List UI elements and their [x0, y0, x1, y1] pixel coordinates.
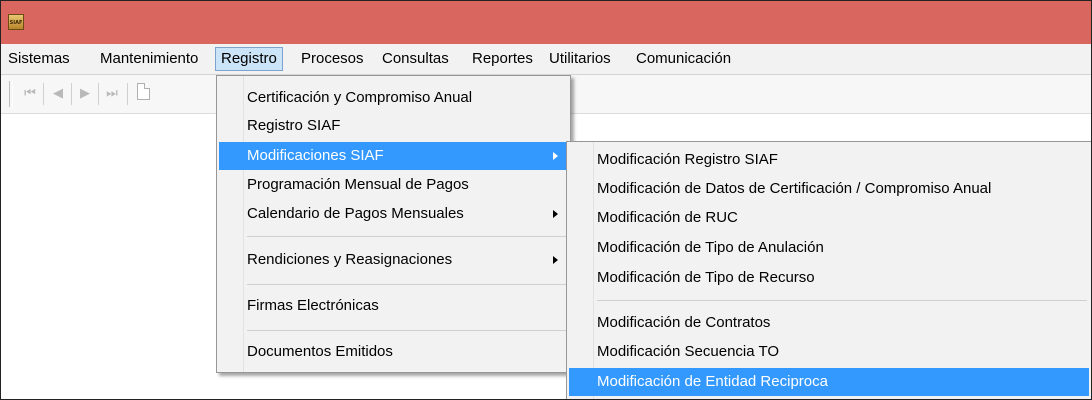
menu-separator: [247, 284, 566, 285]
last-record-icon[interactable]: ⏭: [103, 84, 121, 104]
first-record-icon[interactable]: ⏮: [21, 84, 39, 104]
previous-record-icon[interactable]: ◀: [49, 84, 67, 104]
submenu-item-tipo-recurso[interactable]: Modificación de Tipo de Recurso: [569, 264, 1089, 292]
menu-item-calendario-pagos[interactable]: Calendario de Pagos Mensuales: [219, 200, 568, 228]
submenu-arrow-icon: [553, 152, 558, 160]
menu-consultas[interactable]: Consultas: [377, 47, 454, 71]
toolbar-separator: [71, 83, 72, 105]
menu-item-label: Calendario de Pagos Mensuales: [247, 205, 464, 222]
menu-bar: Sistemas Mantenimiento Registro Procesos…: [1, 44, 1091, 75]
menu-registro[interactable]: Registro: [215, 47, 283, 71]
menu-utilitarios[interactable]: Utilitarios: [544, 47, 616, 71]
toolbar-separator: [43, 83, 44, 105]
menu-item-rendiciones[interactable]: Rendiciones y Reasignaciones: [219, 246, 568, 274]
toolbar-separator: [127, 83, 128, 105]
app-window: SIAF Sistemas Mantenimiento Registro Pro…: [0, 0, 1092, 400]
toolbar-grip[interactable]: [9, 81, 13, 107]
menu-item-registro-siaf[interactable]: Registro SIAF: [219, 112, 568, 140]
menu-sistemas[interactable]: Sistemas: [3, 47, 75, 71]
submenu-item-datos-certificacion[interactable]: Modificación de Datos de Certificación /…: [569, 175, 1089, 203]
menu-item-label: Modificaciones SIAF: [247, 147, 384, 164]
menu-comunicacion[interactable]: Comunicación: [631, 47, 736, 71]
toolbar-separator: [98, 83, 99, 105]
menu-item-certificacion[interactable]: Certificación y Compromiso Anual: [219, 84, 568, 112]
menu-mantenimiento[interactable]: Mantenimiento: [95, 47, 203, 71]
submenu-item-secuencia-to[interactable]: Modificación Secuencia TO: [569, 338, 1089, 366]
menu-reportes[interactable]: Reportes: [467, 47, 538, 71]
menu-item-programacion-mensual[interactable]: Programación Mensual de Pagos: [219, 171, 568, 199]
menu-item-label: Rendiciones y Reasignaciones: [247, 251, 453, 268]
menu-separator: [247, 330, 566, 331]
menu-procesos[interactable]: Procesos: [296, 47, 369, 71]
menu-item-firmas-electronicas[interactable]: Firmas Electrónicas: [219, 292, 568, 320]
menu-item-documentos-emitidos[interactable]: Documentos Emitidos: [219, 338, 568, 366]
app-siaf-icon[interactable]: SIAF: [8, 14, 24, 30]
submenu-arrow-icon: [553, 256, 558, 264]
submenu-item-ruc[interactable]: Modificación de RUC: [569, 204, 1089, 232]
title-bar: SIAF: [1, 1, 1091, 44]
submenu-item-contratos[interactable]: Modificación de Contratos: [569, 309, 1089, 337]
submenu-item-entidad-reciproca[interactable]: Modificación de Entidad Reciproca: [569, 368, 1089, 396]
menu-separator: [247, 236, 566, 237]
registro-dropdown: Certificación y Compromiso Anual Registr…: [216, 75, 571, 373]
modificaciones-submenu: Modificación Registro SIAF Modificación …: [566, 141, 1091, 399]
menu-item-modificaciones-siaf[interactable]: Modificaciones SIAF: [219, 142, 568, 170]
submenu-item-tipo-anulacion[interactable]: Modificación de Tipo de Anulación: [569, 234, 1089, 262]
new-document-icon[interactable]: [137, 83, 150, 100]
menu-separator: [597, 300, 1087, 301]
submenu-arrow-icon: [553, 210, 558, 218]
next-record-icon[interactable]: ▶: [76, 84, 94, 104]
submenu-item-registro-siaf[interactable]: Modificación Registro SIAF: [569, 146, 1089, 174]
